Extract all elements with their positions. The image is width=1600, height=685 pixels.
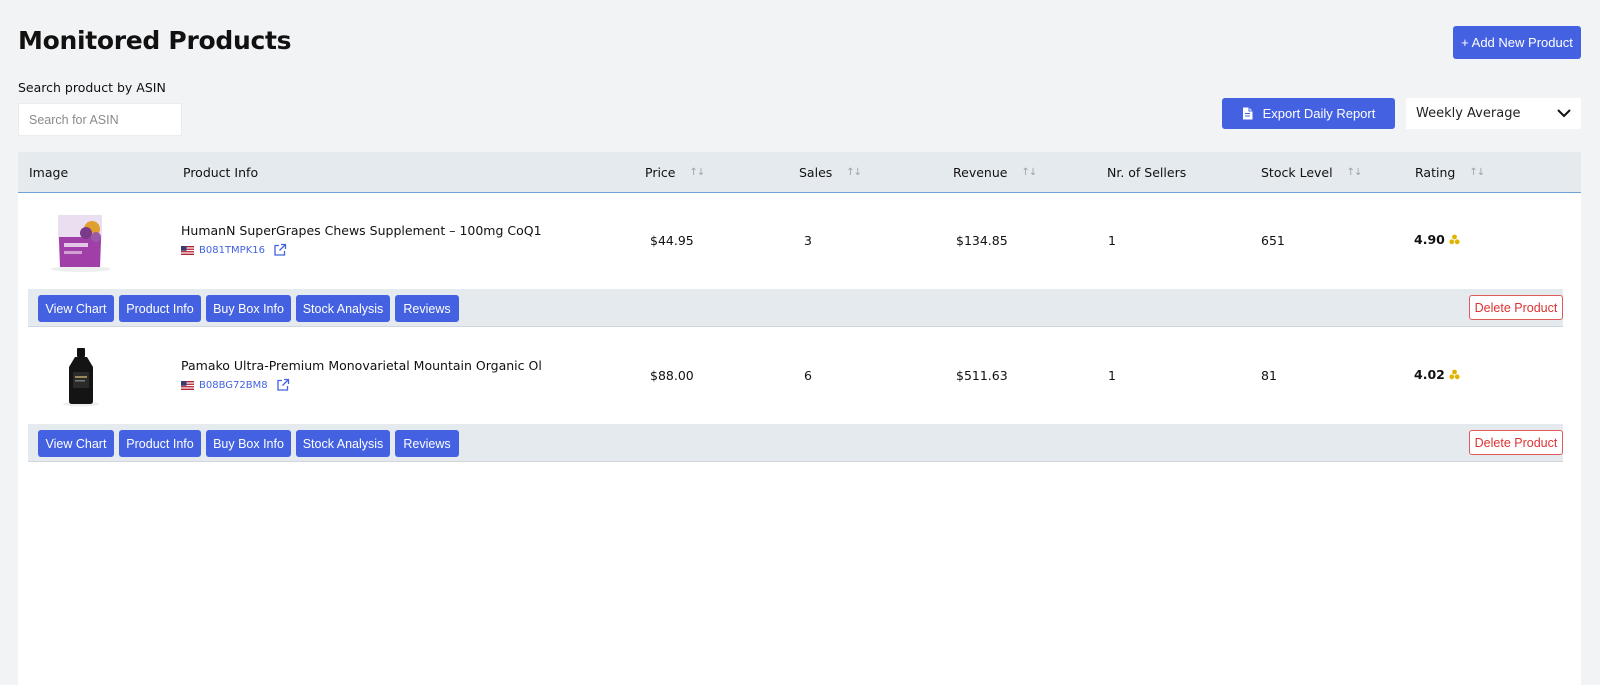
- us-flag-icon: [181, 245, 194, 255]
- row-action-bar: View Chart Product Info Buy Box Info Sto…: [28, 289, 1563, 327]
- view-chart-button[interactable]: View Chart: [38, 295, 114, 322]
- sort-icon[interactable]: ↑↓: [846, 167, 862, 178]
- stars-icon: [1449, 234, 1460, 245]
- header-product-info: Product Info: [183, 165, 259, 180]
- asin-link[interactable]: B081TMPK16: [199, 245, 265, 256]
- period-select[interactable]: Weekly Average: [1406, 98, 1581, 129]
- sort-icon[interactable]: ↑↓: [1469, 167, 1485, 178]
- page-title: Monitored Products: [18, 26, 292, 55]
- revenue-cell: $134.85: [956, 233, 1008, 248]
- header-price[interactable]: Price ↑↓: [645, 165, 706, 180]
- header-rating[interactable]: Rating ↑↓: [1415, 165, 1485, 180]
- header-sellers: Nr. of Sellers: [1107, 165, 1187, 180]
- external-link-icon[interactable]: [276, 378, 290, 392]
- product-info-button[interactable]: Product Info: [119, 295, 201, 322]
- sort-icon[interactable]: ↑↓: [1021, 167, 1037, 178]
- products-table: Image Product Info Price ↑↓ Sales ↑↓ Reven…: [18, 152, 1581, 685]
- header-sales[interactable]: Sales ↑↓: [799, 165, 862, 180]
- search-label: Search product by ASIN: [18, 80, 166, 95]
- sales-cell: 6: [804, 368, 812, 383]
- product-name[interactable]: HumanN SuperGrapes Chews Supplement – 10…: [181, 223, 541, 238]
- asin-link[interactable]: B08BG72BM8: [199, 380, 268, 391]
- period-selected-value: Weekly Average: [1416, 106, 1521, 121]
- sellers-cell: 1: [1108, 368, 1116, 383]
- product-info-button[interactable]: Product Info: [119, 430, 201, 457]
- reviews-button[interactable]: Reviews: [395, 430, 459, 457]
- table-header: Image Product Info Price ↑↓ Sales ↑↓ Reven…: [18, 152, 1581, 193]
- price-cell: $44.95: [650, 233, 694, 248]
- document-icon: [1242, 107, 1253, 120]
- table-row: Pamako Ultra-Premium Monovarietal Mounta…: [18, 328, 1581, 424]
- rating-value: 4.02: [1414, 367, 1445, 382]
- product-image: [51, 215, 111, 272]
- external-link-icon[interactable]: [273, 243, 287, 257]
- view-chart-button[interactable]: View Chart: [38, 430, 114, 457]
- sort-icon[interactable]: ↑↓: [690, 167, 706, 178]
- rating-cell: 4.02: [1414, 367, 1460, 382]
- stars-icon: [1449, 369, 1460, 380]
- buy-box-info-button[interactable]: Buy Box Info: [206, 430, 291, 457]
- buy-box-info-button[interactable]: Buy Box Info: [206, 295, 291, 322]
- export-label: Export Daily Report: [1262, 106, 1376, 121]
- stock-cell: 651: [1261, 233, 1285, 248]
- product-image: [63, 348, 99, 407]
- header-revenue[interactable]: Revenue ↑↓: [953, 165, 1037, 180]
- row-action-bar: View Chart Product Info Buy Box Info Sto…: [28, 424, 1563, 462]
- revenue-cell: $511.63: [956, 368, 1008, 383]
- add-new-product-button[interactable]: + Add New Product: [1453, 26, 1581, 59]
- sellers-cell: 1: [1108, 233, 1116, 248]
- asin-search-input[interactable]: [18, 103, 182, 136]
- us-flag-icon: [181, 380, 194, 390]
- sales-cell: 3: [804, 233, 812, 248]
- header-image: Image: [29, 165, 69, 180]
- delete-product-button[interactable]: Delete Product: [1469, 295, 1563, 320]
- header-stock-level[interactable]: Stock Level ↑↓: [1261, 165, 1363, 180]
- price-cell: $88.00: [650, 368, 694, 383]
- stock-cell: 81: [1261, 368, 1277, 383]
- product-name[interactable]: Pamako Ultra-Premium Monovarietal Mounta…: [181, 358, 541, 373]
- chevron-down-icon: [1557, 109, 1571, 118]
- sort-icon[interactable]: ↑↓: [1347, 167, 1363, 178]
- rating-cell: 4.90: [1414, 232, 1460, 247]
- stock-analysis-button[interactable]: Stock Analysis: [296, 430, 390, 457]
- stock-analysis-button[interactable]: Stock Analysis: [296, 295, 390, 322]
- export-daily-report-button[interactable]: Export Daily Report: [1222, 98, 1395, 129]
- rating-value: 4.90: [1414, 232, 1445, 247]
- delete-product-button[interactable]: Delete Product: [1469, 430, 1563, 455]
- table-row: HumanN SuperGrapes Chews Supplement – 10…: [18, 193, 1581, 289]
- reviews-button[interactable]: Reviews: [395, 295, 459, 322]
